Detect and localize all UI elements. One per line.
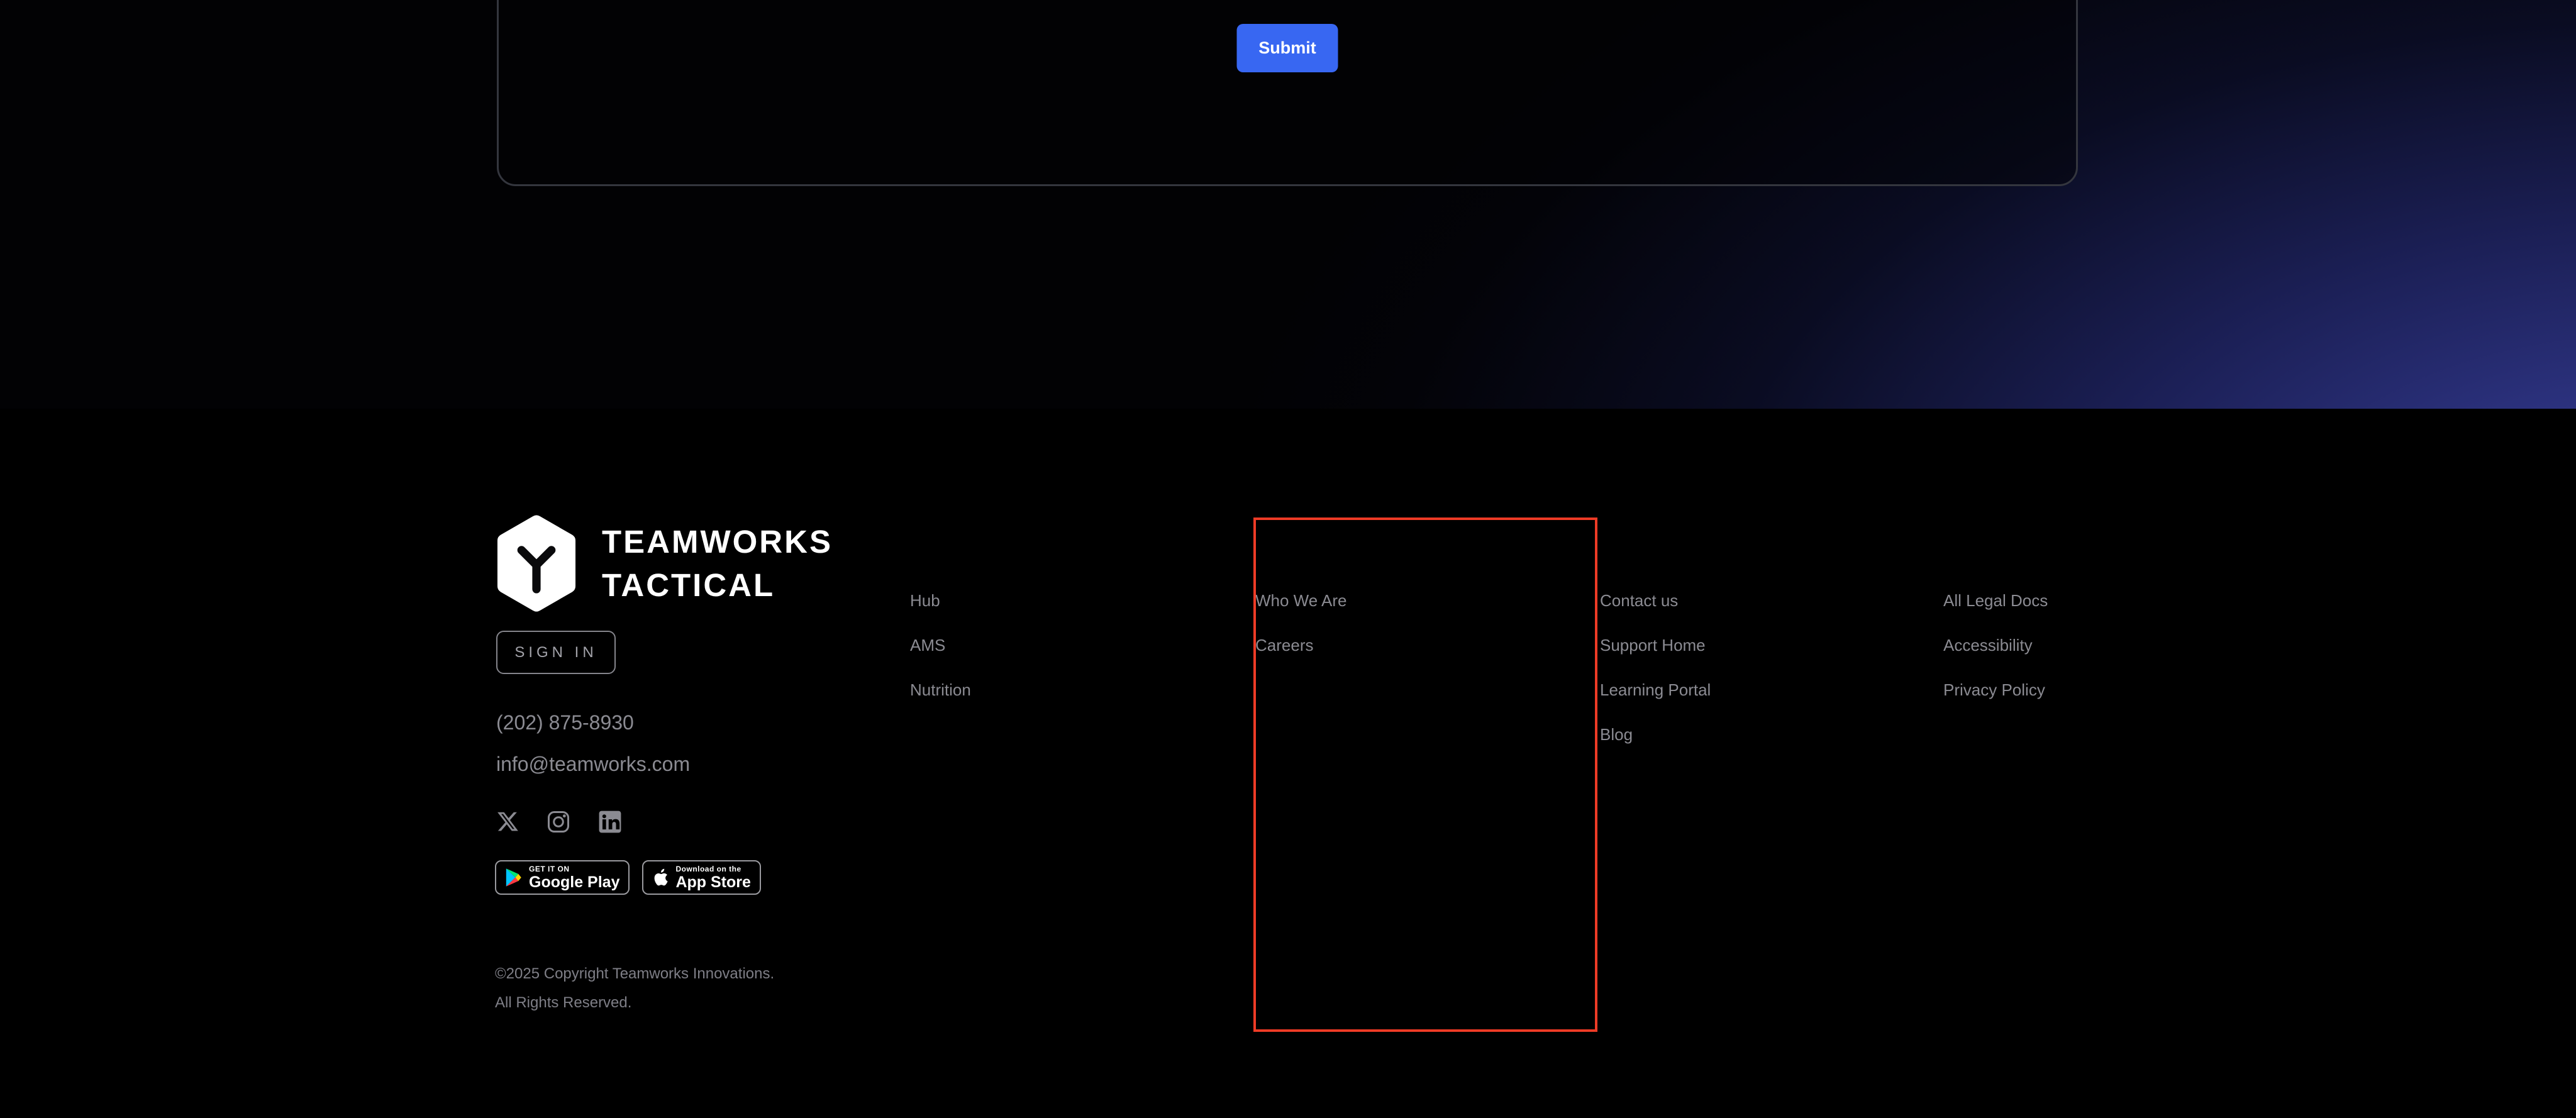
nav-link-who-we-are[interactable]: Who We Are	[1255, 592, 1346, 609]
x-social-link[interactable]	[496, 811, 519, 833]
instagram-icon	[547, 810, 570, 834]
phone-link[interactable]: (202) 875-8930	[496, 711, 634, 734]
logo-line-1: TEAMWORKS	[602, 520, 833, 563]
copyright-text: ©2025 Copyright Teamworks Innovations. A…	[495, 960, 774, 1017]
footer-nav-company: Who We Are Careers	[1255, 592, 1346, 682]
nav-link-privacy-policy[interactable]: Privacy Policy	[1943, 682, 2048, 698]
nav-link-blog[interactable]: Blog	[1600, 726, 1711, 743]
google-play-badge-main-text: Google Play	[529, 873, 619, 891]
google-play-icon	[505, 868, 522, 887]
nav-link-accessibility[interactable]: Accessibility	[1943, 637, 2048, 653]
app-store-badge-main-text: App Store	[675, 873, 750, 891]
footer-nav-support: Contact us Support Home Learning Portal …	[1600, 592, 1711, 771]
google-play-badge-top-text: GET IT ON	[529, 865, 619, 873]
logo-line-2: TACTICAL	[602, 563, 833, 607]
hexagon-y-logo-icon	[495, 514, 578, 612]
store-badges: GET IT ON Google Play Download on the Ap…	[495, 860, 761, 895]
google-play-badge[interactable]: GET IT ON Google Play	[495, 860, 630, 895]
nav-link-hub[interactable]: Hub	[910, 592, 971, 609]
footer-nav-legal: All Legal Docs Accessibility Privacy Pol…	[1943, 592, 2048, 726]
copyright-line-2: All Rights Reserved.	[495, 988, 774, 1017]
form-card: Submit	[497, 0, 2078, 186]
nav-link-nutrition[interactable]: Nutrition	[910, 682, 971, 698]
apple-icon	[652, 868, 669, 887]
footer-logo[interactable]: TEAMWORKS TACTICAL	[495, 514, 833, 612]
nav-link-support-home[interactable]: Support Home	[1600, 637, 1711, 653]
submit-button[interactable]: Submit	[1237, 24, 1338, 72]
email-link[interactable]: info@teamworks.com	[496, 753, 690, 776]
nav-link-contact-us[interactable]: Contact us	[1600, 592, 1711, 609]
nav-link-learning-portal[interactable]: Learning Portal	[1600, 682, 1711, 698]
logo-wordmark: TEAMWORKS TACTICAL	[602, 520, 833, 607]
nav-link-careers[interactable]: Careers	[1255, 637, 1346, 653]
hero-section: Submit	[0, 0, 2576, 409]
page: Submit TEAMWORKS TACTICAL SIGN IN (202) …	[0, 0, 2576, 1118]
social-links	[496, 810, 622, 834]
linkedin-icon	[598, 810, 622, 834]
footer: TEAMWORKS TACTICAL SIGN IN (202) 875-893…	[0, 409, 2576, 1118]
x-icon	[496, 811, 519, 833]
nav-link-all-legal-docs[interactable]: All Legal Docs	[1943, 592, 2048, 609]
linkedin-social-link[interactable]	[598, 810, 622, 834]
nav-link-ams[interactable]: AMS	[910, 637, 971, 653]
copyright-line-1: ©2025 Copyright Teamworks Innovations.	[495, 960, 774, 988]
footer-nav-products: Hub AMS Nutrition	[910, 592, 971, 726]
app-store-badge-top-text: Download on the	[675, 865, 750, 873]
sign-in-button[interactable]: SIGN IN	[496, 631, 616, 674]
app-store-badge[interactable]: Download on the App Store	[642, 860, 760, 895]
instagram-social-link[interactable]	[547, 810, 570, 834]
